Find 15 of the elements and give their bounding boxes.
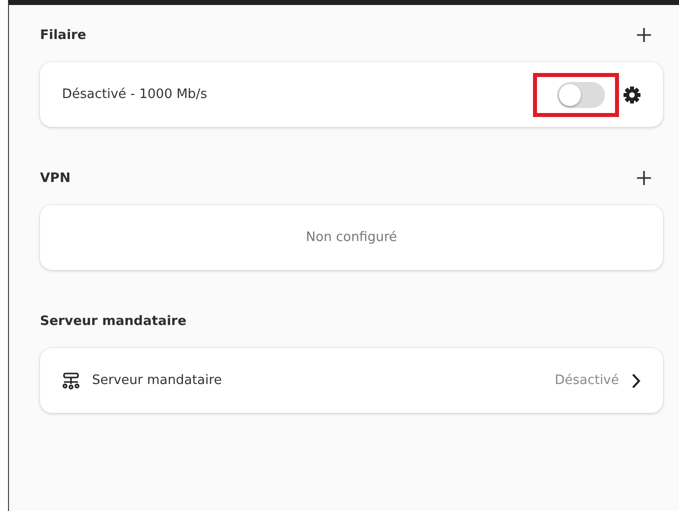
settings-button[interactable] [623, 86, 641, 104]
network-icon [62, 372, 80, 390]
section-title: VPN [40, 170, 70, 186]
row-label: Serveur mandataire [92, 373, 223, 388]
plus-icon [637, 171, 651, 185]
proxy-row[interactable]: Serveur mandataire Désactivé [40, 348, 663, 413]
plus-icon [637, 28, 651, 42]
toggle-switch[interactable] [557, 82, 605, 108]
empty-label: Non configuré [306, 230, 398, 245]
row-label: Désactivé - 1000 Mb/s [62, 87, 208, 102]
settings-icon [623, 86, 641, 104]
section-title: Serveur mandataire [40, 314, 186, 328]
section-title: Filaire [40, 28, 86, 42]
chevron-right-icon [631, 372, 641, 388]
status-value: Désactivé [554, 373, 619, 388]
